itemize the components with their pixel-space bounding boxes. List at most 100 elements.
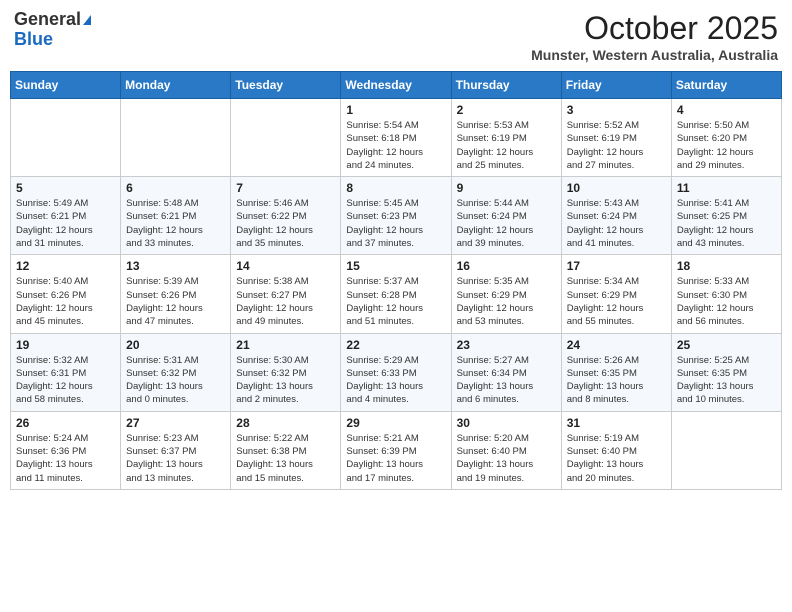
- day-number: 13: [126, 259, 225, 273]
- day-number: 16: [457, 259, 556, 273]
- calendar-cell: [231, 99, 341, 177]
- calendar-cell: 27 Sunrise: 5:23 AM Sunset: 6:37 PM Dayli…: [121, 411, 231, 489]
- day-info: Sunrise: 5:50 AM Sunset: 6:20 PM Dayligh…: [677, 119, 776, 172]
- calendar-cell: 10 Sunrise: 5:43 AM Sunset: 6:24 PM Dayli…: [561, 177, 671, 255]
- calendar-cell: 11 Sunrise: 5:41 AM Sunset: 6:25 PM Dayli…: [671, 177, 781, 255]
- calendar-cell: 30 Sunrise: 5:20 AM Sunset: 6:40 PM Dayli…: [451, 411, 561, 489]
- day-info: Sunrise: 5:39 AM Sunset: 6:26 PM Dayligh…: [126, 275, 225, 328]
- calendar-cell: 19 Sunrise: 5:32 AM Sunset: 6:31 PM Dayli…: [11, 333, 121, 411]
- day-info: Sunrise: 5:53 AM Sunset: 6:19 PM Dayligh…: [457, 119, 556, 172]
- logo: General Blue: [14, 10, 91, 50]
- day-number: 27: [126, 416, 225, 430]
- calendar-cell: 25 Sunrise: 5:25 AM Sunset: 6:35 PM Dayli…: [671, 333, 781, 411]
- day-info: Sunrise: 5:52 AM Sunset: 6:19 PM Dayligh…: [567, 119, 666, 172]
- calendar-cell: 20Sunrise: 5:31 AM Sunset: 6:32 PM Dayli…: [121, 333, 231, 411]
- header-sunday: Sunday: [11, 72, 121, 99]
- day-number: 23: [457, 338, 556, 352]
- day-info: Sunrise: 5:38 AM Sunset: 6:27 PM Dayligh…: [236, 275, 335, 328]
- calendar-cell: [121, 99, 231, 177]
- calendar-cell: 2Sunrise: 5:53 AM Sunset: 6:19 PM Daylig…: [451, 99, 561, 177]
- day-info: Sunrise: 5:29 AM Sunset: 6:33 PM Dayligh…: [346, 354, 445, 407]
- calendar-cell: [11, 99, 121, 177]
- header-wednesday: Wednesday: [341, 72, 451, 99]
- day-info: Sunrise: 5:40 AM Sunset: 6:26 PM Dayligh…: [16, 275, 115, 328]
- calendar-week-2: 5Sunrise: 5:49 AM Sunset: 6:21 PM Daylig…: [11, 177, 782, 255]
- day-info: Sunrise: 5:22 AM Sunset: 6:38 PM Dayligh…: [236, 432, 335, 485]
- calendar-cell: 6 Sunrise: 5:48 AM Sunset: 6:21 PM Daylig…: [121, 177, 231, 255]
- header-saturday: Saturday: [671, 72, 781, 99]
- logo-general-text: General: [14, 9, 81, 29]
- calendar-cell: 21 Sunrise: 5:30 AM Sunset: 6:32 PM Dayli…: [231, 333, 341, 411]
- day-number: 7: [236, 181, 335, 195]
- day-number: 26: [16, 416, 115, 430]
- day-number: 17: [567, 259, 666, 273]
- day-number: 28: [236, 416, 335, 430]
- day-info: Sunrise: 5:23 AM Sunset: 6:37 PM Dayligh…: [126, 432, 225, 485]
- calendar-cell: 24Sunrise: 5:26 AM Sunset: 6:35 PM Dayli…: [561, 333, 671, 411]
- day-info: Sunrise: 5:19 AM Sunset: 6:40 PM Dayligh…: [567, 432, 666, 485]
- day-info: Sunrise: 5:43 AM Sunset: 6:24 PM Dayligh…: [567, 197, 666, 250]
- header-monday: Monday: [121, 72, 231, 99]
- day-info: Sunrise: 5:25 AM Sunset: 6:35 PM Dayligh…: [677, 354, 776, 407]
- day-info: Sunrise: 5:33 AM Sunset: 6:30 PM Dayligh…: [677, 275, 776, 328]
- day-info: Sunrise: 5:45 AM Sunset: 6:23 PM Dayligh…: [346, 197, 445, 250]
- day-number: 9: [457, 181, 556, 195]
- calendar-cell: 16Sunrise: 5:35 AM Sunset: 6:29 PM Dayli…: [451, 255, 561, 333]
- day-info: Sunrise: 5:54 AM Sunset: 6:18 PM Dayligh…: [346, 119, 445, 172]
- day-info: Sunrise: 5:37 AM Sunset: 6:28 PM Dayligh…: [346, 275, 445, 328]
- day-number: 25: [677, 338, 776, 352]
- logo-top: General: [14, 10, 91, 30]
- day-number: 6: [126, 181, 225, 195]
- day-info: Sunrise: 5:49 AM Sunset: 6:21 PM Dayligh…: [16, 197, 115, 250]
- calendar-cell: 29Sunrise: 5:21 AM Sunset: 6:39 PM Dayli…: [341, 411, 451, 489]
- calendar-cell: 26 Sunrise: 5:24 AM Sunset: 6:36 PM Dayli…: [11, 411, 121, 489]
- main-title: October 2025: [531, 10, 778, 47]
- day-number: 18: [677, 259, 776, 273]
- day-number: 10: [567, 181, 666, 195]
- day-info: Sunrise: 5:30 AM Sunset: 6:32 PM Dayligh…: [236, 354, 335, 407]
- calendar-cell: 18 Sunrise: 5:33 AM Sunset: 6:30 PM Dayli…: [671, 255, 781, 333]
- calendar-cell: 5Sunrise: 5:49 AM Sunset: 6:21 PM Daylig…: [11, 177, 121, 255]
- calendar-week-4: 19 Sunrise: 5:32 AM Sunset: 6:31 PM Dayli…: [11, 333, 782, 411]
- day-number: 24: [567, 338, 666, 352]
- calendar-cell: 31 Sunrise: 5:19 AM Sunset: 6:40 PM Dayli…: [561, 411, 671, 489]
- day-number: 30: [457, 416, 556, 430]
- calendar-cell: 9Sunrise: 5:44 AM Sunset: 6:24 PM Daylig…: [451, 177, 561, 255]
- day-info: Sunrise: 5:32 AM Sunset: 6:31 PM Dayligh…: [16, 354, 115, 407]
- calendar-cell: 7Sunrise: 5:46 AM Sunset: 6:22 PM Daylig…: [231, 177, 341, 255]
- day-number: 15: [346, 259, 445, 273]
- calendar-cell: 17 Sunrise: 5:34 AM Sunset: 6:29 PM Dayli…: [561, 255, 671, 333]
- calendar-cell: 4 Sunrise: 5:50 AM Sunset: 6:20 PM Daylig…: [671, 99, 781, 177]
- calendar-cell: 8 Sunrise: 5:45 AM Sunset: 6:23 PM Daylig…: [341, 177, 451, 255]
- calendar-week-5: 26 Sunrise: 5:24 AM Sunset: 6:36 PM Dayli…: [11, 411, 782, 489]
- day-number: 14: [236, 259, 335, 273]
- calendar-cell: 23Sunrise: 5:27 AM Sunset: 6:34 PM Dayli…: [451, 333, 561, 411]
- day-number: 22: [346, 338, 445, 352]
- day-number: 11: [677, 181, 776, 195]
- day-info: Sunrise: 5:24 AM Sunset: 6:36 PM Dayligh…: [16, 432, 115, 485]
- calendar-cell: 22 Sunrise: 5:29 AM Sunset: 6:33 PM Dayli…: [341, 333, 451, 411]
- day-info: Sunrise: 5:41 AM Sunset: 6:25 PM Dayligh…: [677, 197, 776, 250]
- day-number: 8: [346, 181, 445, 195]
- calendar-cell: 1Sunrise: 5:54 AM Sunset: 6:18 PM Daylig…: [341, 99, 451, 177]
- day-number: 4: [677, 103, 776, 117]
- day-number: 31: [567, 416, 666, 430]
- logo-blue-text: Blue: [14, 30, 91, 50]
- title-area: October 2025 Munster, Western Australia,…: [531, 10, 778, 63]
- day-number: 3: [567, 103, 666, 117]
- subtitle: Munster, Western Australia, Australia: [531, 47, 778, 63]
- day-info: Sunrise: 5:20 AM Sunset: 6:40 PM Dayligh…: [457, 432, 556, 485]
- calendar-header-row: SundayMondayTuesdayWednesdayThursdayFrid…: [11, 72, 782, 99]
- day-number: 21: [236, 338, 335, 352]
- calendar-cell: 15 Sunrise: 5:37 AM Sunset: 6:28 PM Dayli…: [341, 255, 451, 333]
- day-number: 29: [346, 416, 445, 430]
- calendar-cell: 28 Sunrise: 5:22 AM Sunset: 6:38 PM Dayli…: [231, 411, 341, 489]
- day-number: 12: [16, 259, 115, 273]
- header-tuesday: Tuesday: [231, 72, 341, 99]
- day-info: Sunrise: 5:48 AM Sunset: 6:21 PM Dayligh…: [126, 197, 225, 250]
- calendar-cell: 13 Sunrise: 5:39 AM Sunset: 6:26 PM Dayli…: [121, 255, 231, 333]
- header-thursday: Thursday: [451, 72, 561, 99]
- calendar-cell: [671, 411, 781, 489]
- day-number: 19: [16, 338, 115, 352]
- day-info: Sunrise: 5:34 AM Sunset: 6:29 PM Dayligh…: [567, 275, 666, 328]
